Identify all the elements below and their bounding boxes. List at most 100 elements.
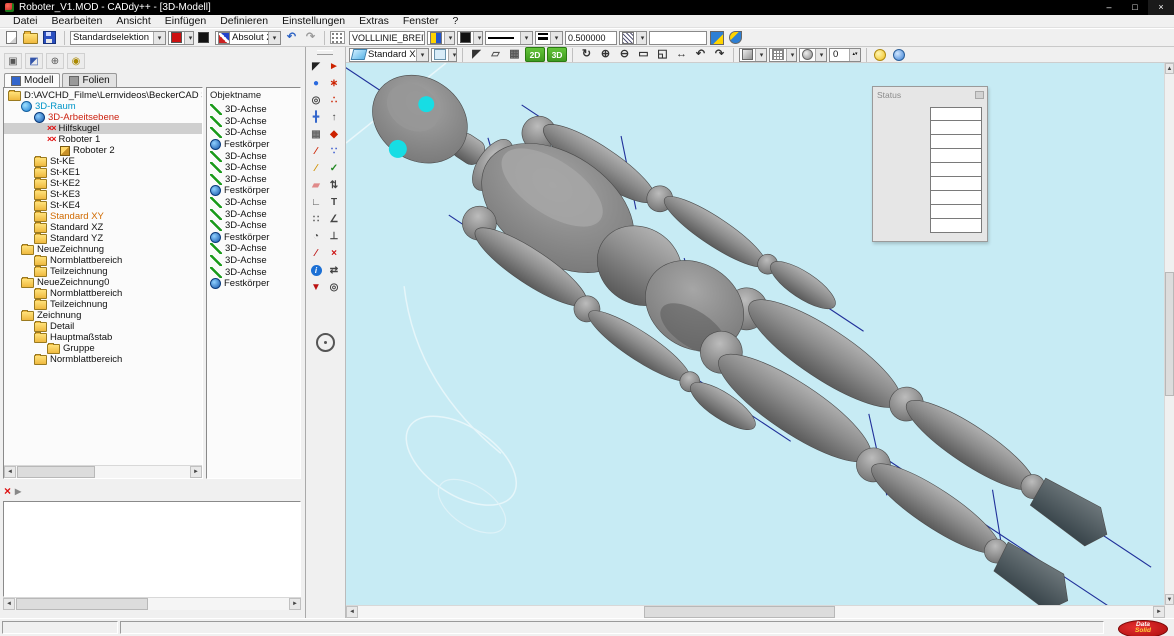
object-item-3d-achse[interactable]: 3D-Achse (207, 208, 300, 220)
tree-item-3d-arbeitsebene[interactable]: 3D-Arbeitsebene (4, 112, 202, 123)
object-item-festk-rper[interactable]: Festkörper (207, 139, 300, 151)
grid-mode-combo[interactable]: ▾ (769, 48, 797, 62)
new-file-button[interactable] (4, 30, 21, 45)
zoom-out-button[interactable]: ⊖ (616, 47, 633, 62)
tree-item-normblattbereich[interactable]: Normblattbereich (4, 255, 202, 266)
open-file-button[interactable] (23, 30, 40, 45)
object-item-festk-rper[interactable]: Festkörper (207, 232, 300, 244)
circle-tool[interactable]: ● (308, 76, 324, 91)
stamp-tool[interactable]: ▼ (308, 280, 324, 295)
workplane-toggle-button[interactable]: ▱ (487, 47, 504, 62)
orbit-tool[interactable]: ◎ (326, 280, 342, 295)
viewport-vscroll-track[interactable] (1165, 74, 1174, 594)
tree-item-detail[interactable]: Detail (4, 321, 202, 332)
status-row-value[interactable] (930, 162, 982, 177)
pencil-tool[interactable]: ∕ (308, 144, 324, 159)
updown-tool[interactable]: ⇅ (326, 178, 342, 193)
viewport-scroll-track[interactable] (358, 606, 1153, 618)
text-tool[interactable]: T (326, 195, 342, 210)
menu-datei[interactable]: Datei (6, 15, 45, 28)
cluster-tool[interactable]: ∵ (326, 144, 342, 159)
delete-tool[interactable]: × (326, 246, 342, 261)
status-row-value[interactable] (930, 148, 982, 163)
scroll-left-icon[interactable]: ◄ (3, 598, 15, 610)
zoom-fit-button[interactable]: ◱ (654, 47, 671, 62)
viewport-vscroll-thumb[interactable] (1165, 272, 1174, 397)
tree-item-teilzeichnung[interactable]: Teilzeichnung (4, 299, 202, 310)
status-row-value[interactable] (930, 107, 982, 121)
raise-tool[interactable]: ↑ (326, 110, 342, 125)
clear-selection-button[interactable]: × (4, 485, 11, 498)
depth-value-spin-buttons[interactable]: ▴▾ (849, 49, 860, 61)
viewport-vertical-scrollbar[interactable]: ▲ ▼ (1164, 63, 1174, 605)
plane-options-dropdown-arrow[interactable]: ▾ (448, 49, 457, 61)
selection-scroll-track[interactable] (15, 598, 289, 610)
plane-options-combo[interactable]: ▾ (431, 48, 457, 62)
object-item-3d-achse[interactable]: 3D-Achse (207, 220, 300, 232)
object-item-3d-achse[interactable]: 3D-Achse (207, 127, 300, 139)
menu-fenster[interactable]: Fenster (396, 15, 446, 28)
move-tool[interactable]: ► (326, 59, 342, 74)
zoom-region-tool[interactable]: ◎ (308, 93, 324, 108)
check-tool[interactable]: ✓ (326, 161, 342, 176)
minimize-button[interactable]: – (1096, 0, 1122, 15)
status-row-value[interactable] (930, 120, 982, 135)
palette-grip[interactable] (317, 50, 333, 55)
ruler-tool[interactable]: ∟ (308, 195, 324, 210)
line-width-style-combo[interactable]: ▾ (535, 31, 563, 45)
viewport-horizontal-scrollbar[interactable]: ◄ ► (346, 605, 1165, 618)
previous-view-button[interactable]: ↶ (692, 47, 709, 62)
tree-item-roboter-2[interactable]: Roboter 2 (4, 145, 202, 156)
tab-folien[interactable]: Folien (62, 73, 116, 87)
tree-scroll-thumb[interactable] (17, 466, 95, 478)
tree-item-teilzeichnung[interactable]: Teilzeichnung (4, 266, 202, 277)
object-item-3d-achse[interactable]: 3D-Achse (207, 174, 300, 186)
coordinate-mode-combo[interactable]: Absolut 2D▾ (215, 31, 281, 45)
work-plane-dropdown-arrow[interactable]: ▾ (416, 49, 428, 61)
line-style-combo[interactable]: ▾ (485, 31, 533, 45)
angle-tool[interactable]: ∠ (326, 212, 342, 227)
hatch-style-combo[interactable]: ▾ (619, 31, 647, 45)
shade-mode-dropdown-arrow[interactable]: ▾ (815, 49, 827, 61)
swap-tool[interactable]: ⇄ (326, 263, 342, 278)
display-mode-combo[interactable]: ▾ (739, 48, 767, 62)
menu-[interactable]: ? (446, 15, 466, 28)
scatter-tool[interactable]: ∗ (326, 76, 342, 91)
line-width-style-dropdown-arrow[interactable]: ▾ (550, 32, 562, 44)
info-tool[interactable]: i (308, 263, 324, 278)
status-row-value[interactable] (930, 190, 982, 205)
snapshot-button[interactable]: ◉ (67, 53, 85, 69)
marker-tool[interactable]: ∕ (308, 246, 324, 261)
eraser-tool[interactable]: ▰ (308, 178, 324, 193)
undo-button[interactable]: ↶ (283, 30, 300, 45)
light-toggle-button[interactable] (872, 47, 889, 62)
layer-color-button[interactable] (728, 30, 745, 45)
tree-item-st-ke3[interactable]: St-KE3 (4, 189, 202, 200)
pen-color-button[interactable] (196, 30, 213, 45)
scroll-down-icon[interactable]: ▼ (1165, 594, 1174, 605)
pick-reference-button[interactable]: ▸ (15, 485, 21, 498)
status-row-value[interactable] (930, 204, 982, 219)
tree-item-st-ke1[interactable]: St-KE1 (4, 167, 202, 178)
pen-style-combo[interactable]: ▾ (427, 31, 455, 45)
perpendicular-tool[interactable]: ⊥ (326, 229, 342, 244)
selection-scrollbar[interactable]: ◄ ► (3, 597, 301, 610)
pen-tool[interactable]: ∕ (308, 161, 324, 176)
tree-item-d-avchd-filme-lernvideos-beckercad-3d-pro[interactable]: D:\AVCHD_Filme\Lernvideos\BeckerCAD 3D P… (4, 90, 202, 101)
tree-scroll-track[interactable] (16, 466, 190, 478)
scroll-left-icon[interactable]: ◄ (346, 606, 358, 618)
zoom-in-button[interactable]: ⊕ (597, 47, 614, 62)
tree-item-standard-xy[interactable]: Standard XY (4, 211, 202, 222)
zoom-window-button[interactable]: ▭ (635, 47, 652, 62)
viewport-scroll-thumb[interactable] (644, 606, 835, 618)
tree-item-neuezeichnung[interactable]: NeueZeichnung (4, 244, 202, 255)
active-color-dropdown-arrow[interactable]: ▾ (184, 32, 194, 44)
snap-points-tool[interactable]: ∴ (326, 93, 342, 108)
tree-item-roboter-1[interactable]: ××Roboter 1 (4, 134, 202, 145)
menu-definieren[interactable]: Definieren (213, 15, 275, 28)
rotate-view-button[interactable]: ↻ (578, 47, 595, 62)
line-color-combo[interactable]: ▾ (457, 31, 483, 45)
hatch-style-dropdown-arrow[interactable]: ▾ (636, 32, 647, 44)
scroll-right-icon[interactable]: ► (289, 598, 301, 610)
grid-tool[interactable]: ▦ (308, 127, 324, 142)
